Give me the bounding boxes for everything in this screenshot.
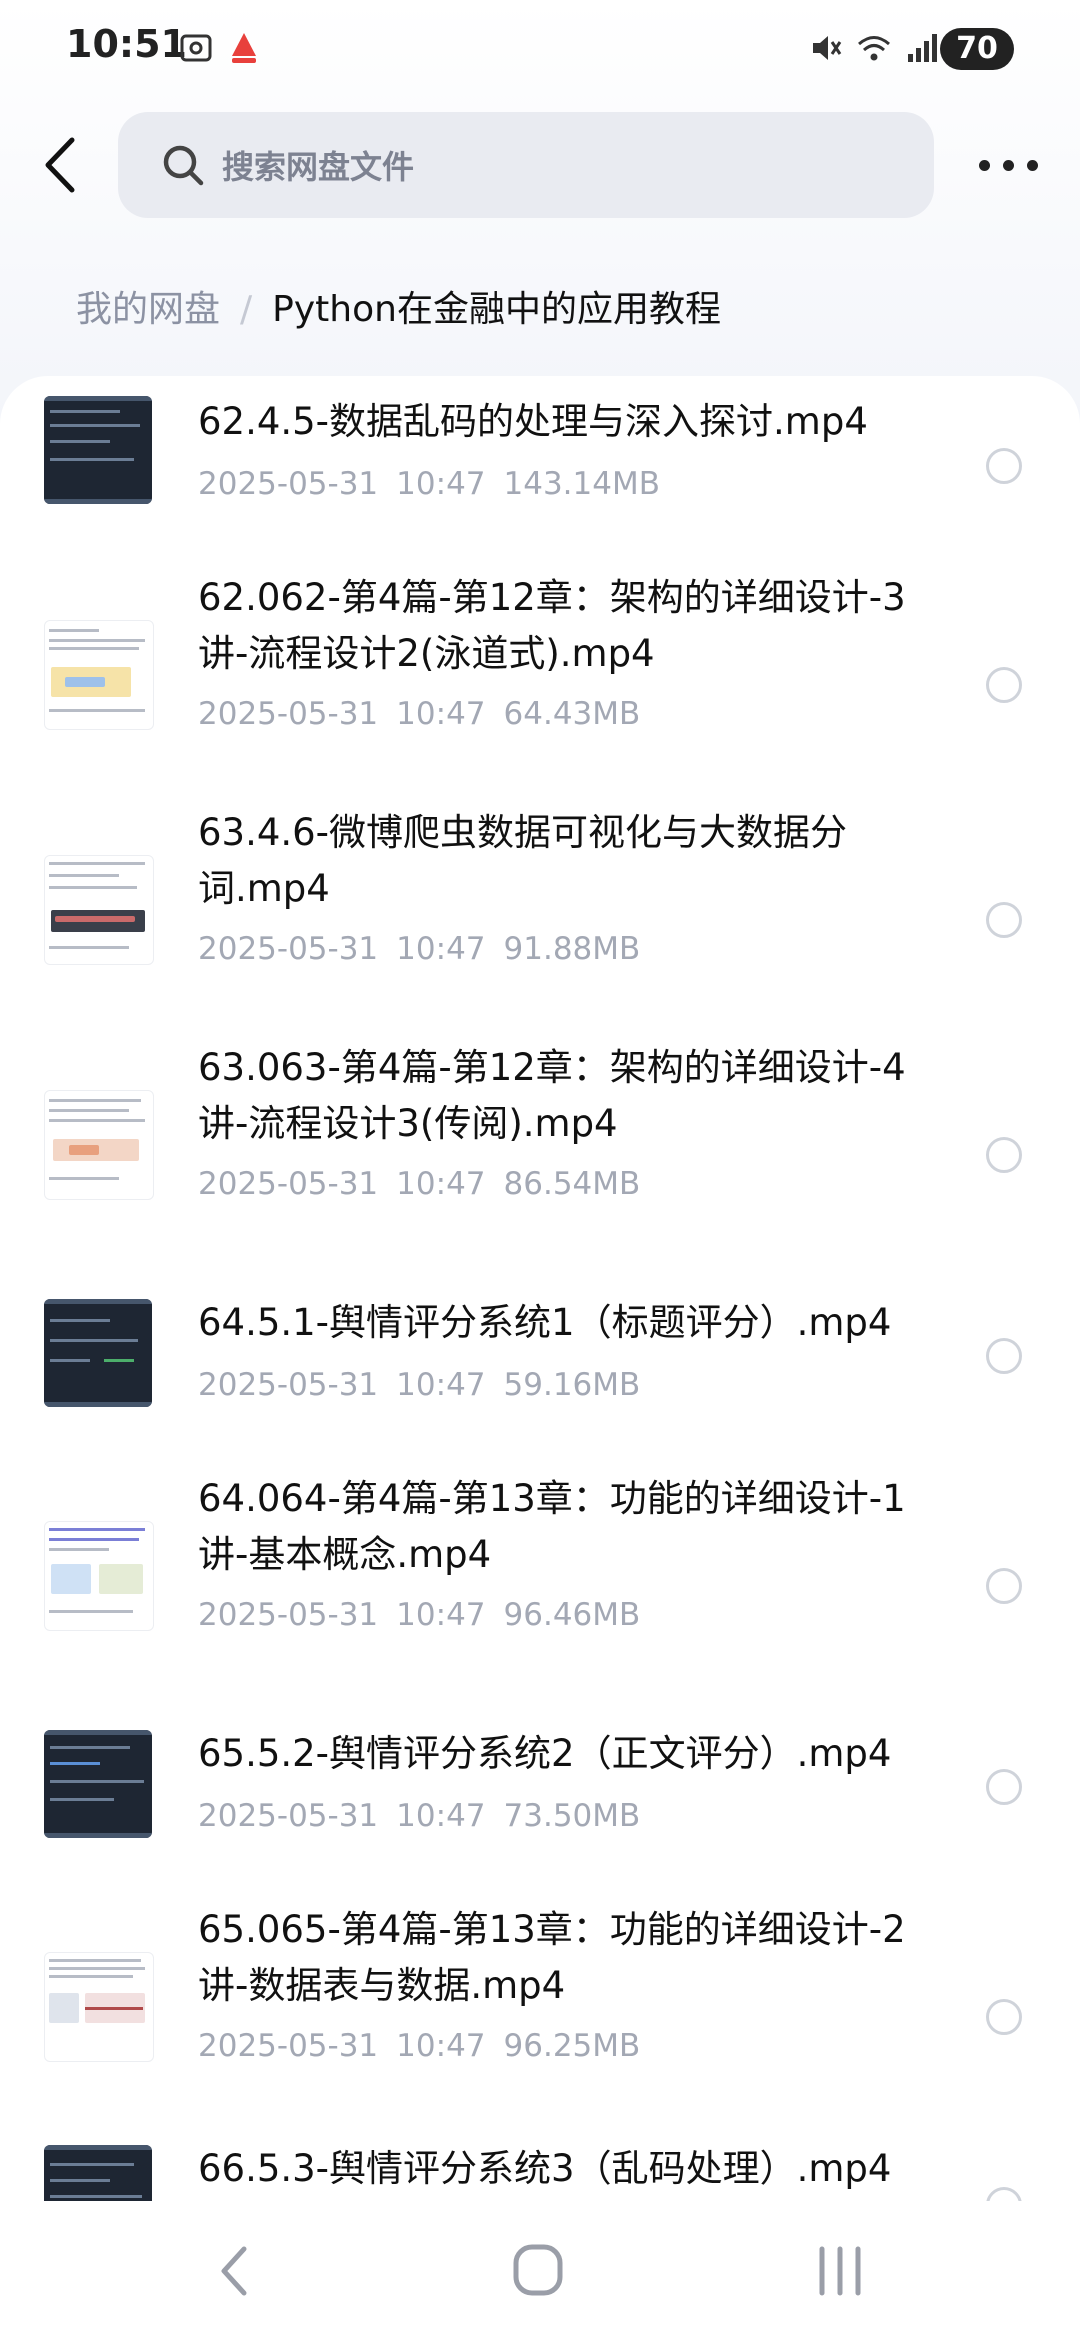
file-meta: 2025-05-31 10:47 86.54MB <box>198 1166 658 1202</box>
video-thumbnail <box>44 1730 152 1838</box>
file-time: 10:47 <box>396 696 486 732</box>
file-row[interactable]: 62.4.5-数据乱码的处理与深入探讨.mp4 2025-05-31 10:47 1… <box>0 376 1080 556</box>
breadcrumb-current: Python在金融中的应用教程 <box>272 289 721 330</box>
file-size: 59.16MB <box>503 1367 641 1403</box>
file-date: 2025-05-31 <box>198 466 379 502</box>
file-row[interactable]: 63.4.6-微博爬虫数据可视化与大数据分词.mp4 2025-05-31 10:… <box>0 791 1080 1026</box>
file-name: 64.5.1-舆情评分系统1（标题评分）.mp4 <box>198 1301 892 1344</box>
select-radio[interactable] <box>986 2187 1022 2201</box>
nav-recents-icon[interactable] <box>800 2241 880 2301</box>
select-radio[interactable] <box>986 448 1022 484</box>
search-input[interactable]: 搜索网盘文件 <box>118 112 934 218</box>
system-nav-bar <box>0 2201 1080 2340</box>
file-row[interactable]: 64.5.1-舆情评分系统1（标题评分）.mp4 2025-05-31 10:47… <box>0 1261 1080 1457</box>
file-row[interactable]: 66.5.3-舆情评分系统3（乱码处理）.mp4 <box>0 2123 1080 2201</box>
file-name: 62.062-第4篇-第12章：架构的详细设计-3讲-流程设计2(泳道式).mp… <box>198 576 906 675</box>
battery-icon: 70 <box>940 28 1014 70</box>
file-date: 2025-05-31 <box>198 1798 379 1834</box>
file-meta: 2025-05-31 10:47 96.25MB <box>198 2028 658 2064</box>
breadcrumb-separator: / <box>240 289 253 330</box>
video-thumbnail <box>44 620 154 730</box>
file-name: 62.4.5-数据乱码的处理与深入探讨.mp4 <box>198 400 868 443</box>
select-radio[interactable] <box>986 1137 1022 1173</box>
file-date: 2025-05-31 <box>198 1367 379 1403</box>
search-placeholder: 搜索网盘文件 <box>222 148 415 186</box>
file-row[interactable]: 62.062-第4篇-第12章：架构的详细设计-3讲-流程设计2(泳道式).mp… <box>0 556 1080 791</box>
signal-icon <box>908 34 937 62</box>
back-button[interactable] <box>34 130 94 200</box>
more-horizontal-icon <box>979 160 990 171</box>
file-time: 10:47 <box>396 466 486 502</box>
file-name: 63.063-第4篇-第12章：架构的详细设计-4讲-流程设计3(传阅).mp4 <box>198 1046 906 1145</box>
file-date: 2025-05-31 <box>198 1166 379 1202</box>
file-date: 2025-05-31 <box>198 696 379 732</box>
file-meta: 2025-05-31 10:47 96.46MB <box>198 1597 658 1633</box>
app-notification-icon <box>232 33 256 63</box>
file-size: 86.54MB <box>503 1166 641 1202</box>
file-size: 64.43MB <box>503 696 641 732</box>
file-time: 10:47 <box>396 931 486 967</box>
file-name: 63.4.6-微博爬虫数据可视化与大数据分词.mp4 <box>198 811 848 910</box>
video-thumbnail <box>44 396 152 504</box>
file-name: 65.065-第4篇-第13章：功能的详细设计-2讲-数据表与数据.mp4 <box>198 1908 906 2007</box>
breadcrumb: 我的网盘 / Python在金融中的应用教程 <box>76 286 721 334</box>
nav-home-icon[interactable] <box>498 2241 578 2301</box>
video-thumbnail <box>44 855 154 965</box>
file-size: 143.14MB <box>503 466 660 502</box>
file-date: 2025-05-31 <box>198 2028 379 2064</box>
select-radio[interactable] <box>986 1568 1022 1604</box>
file-row[interactable]: 63.063-第4篇-第12章：架构的详细设计-4讲-流程设计3(传阅).mp4… <box>0 1026 1080 1261</box>
video-thumbnail <box>44 1299 152 1407</box>
file-row[interactable]: 65.5.2-舆情评分系统2（正文评分）.mp4 2025-05-31 10:47… <box>0 1692 1080 1888</box>
file-list: 62.4.5-数据乱码的处理与深入探讨.mp4 2025-05-31 10:47 1… <box>0 376 1080 2201</box>
screenshot-icon <box>180 34 212 62</box>
video-thumbnail <box>44 2145 152 2201</box>
nav-back-icon[interactable] <box>196 2241 276 2301</box>
breadcrumb-root[interactable]: 我的网盘 <box>76 289 220 330</box>
video-thumbnail <box>44 1521 154 1631</box>
file-row[interactable]: 64.064-第4篇-第13章：功能的详细设计-1讲-基本概念.mp4 2025… <box>0 1457 1080 1692</box>
file-time: 10:47 <box>396 1798 486 1834</box>
file-name: 64.064-第4篇-第13章：功能的详细设计-1讲-基本概念.mp4 <box>198 1477 906 1576</box>
file-row[interactable]: 65.065-第4篇-第13章：功能的详细设计-2讲-数据表与数据.mp4 20… <box>0 1888 1080 2123</box>
status-time: 10:51 <box>66 22 187 66</box>
file-date: 2025-05-31 <box>198 1597 379 1633</box>
file-meta: 2025-05-31 10:47 64.43MB <box>198 696 658 732</box>
file-meta: 2025-05-31 10:47 91.88MB <box>198 931 658 967</box>
mute-icon <box>813 36 842 60</box>
file-size: 96.46MB <box>503 1597 641 1633</box>
status-bar: 10:51 70 <box>0 0 1080 100</box>
select-radio[interactable] <box>986 1338 1022 1374</box>
file-date: 2025-05-31 <box>198 931 379 967</box>
file-size: 91.88MB <box>503 931 641 967</box>
file-name: 66.5.3-舆情评分系统3（乱码处理）.mp4 <box>198 2147 892 2190</box>
select-radio[interactable] <box>986 667 1022 703</box>
file-meta: 2025-05-31 10:47 59.16MB <box>198 1367 658 1403</box>
select-radio[interactable] <box>986 902 1022 938</box>
video-thumbnail <box>44 1952 154 2062</box>
file-time: 10:47 <box>396 2028 486 2064</box>
file-time: 10:47 <box>396 1166 486 1202</box>
search-icon <box>163 145 204 186</box>
video-thumbnail <box>44 1090 154 1200</box>
select-radio[interactable] <box>986 1769 1022 1805</box>
select-radio[interactable] <box>986 1999 1022 2035</box>
wifi-icon <box>858 36 890 61</box>
file-size: 96.25MB <box>503 2028 641 2064</box>
file-name: 65.5.2-舆情评分系统2（正文评分）.mp4 <box>198 1732 892 1775</box>
file-time: 10:47 <box>396 1597 486 1633</box>
more-options-button[interactable] <box>974 140 1044 190</box>
file-meta: 2025-05-31 10:47 143.14MB <box>198 466 678 502</box>
file-size: 73.50MB <box>503 1798 641 1834</box>
file-meta: 2025-05-31 10:47 73.50MB <box>198 1798 658 1834</box>
file-time: 10:47 <box>396 1367 486 1403</box>
